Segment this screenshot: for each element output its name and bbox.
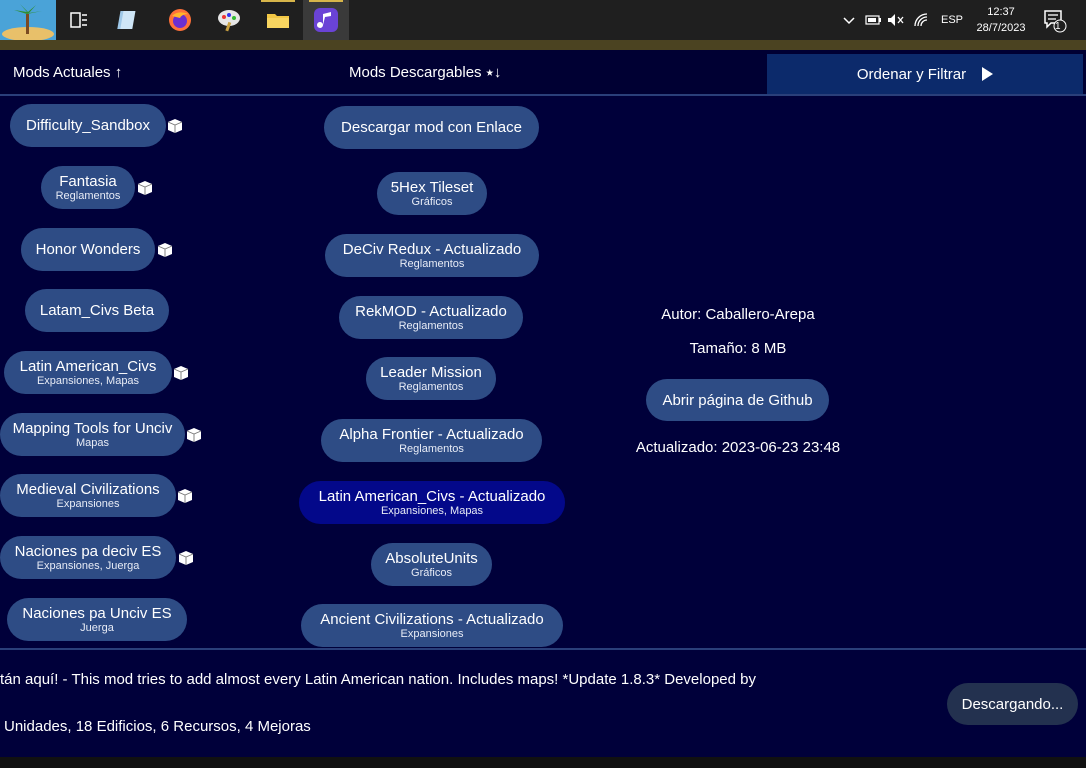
mod-author: Autor: Caballero-Arepa bbox=[661, 306, 815, 323]
current-mod-item[interactable]: Latam_Civs Beta bbox=[25, 289, 169, 332]
installed-cube-icon bbox=[173, 366, 189, 380]
mod-title: Descargar mod con Enlace bbox=[341, 119, 522, 136]
battery-icon[interactable] bbox=[865, 0, 883, 40]
mod-subtitle: Reglamentos bbox=[398, 319, 464, 332]
paint-icon[interactable] bbox=[206, 0, 252, 40]
mod-subtitle: Reglamentos bbox=[399, 257, 465, 270]
downloadable-mod-item[interactable]: RekMOD - Actualizado Reglamentos bbox=[339, 296, 523, 339]
current-mod-item[interactable]: Honor Wonders bbox=[21, 228, 155, 271]
mods-header: Mods Actuales ↑ Mods Descargables ⭑↓ Ord… bbox=[0, 50, 1086, 96]
chevron-up-icon[interactable] bbox=[841, 0, 857, 40]
language-indicator[interactable]: ESP bbox=[941, 0, 963, 40]
clock-time: 12:37 bbox=[987, 6, 1015, 18]
installed-cube-icon bbox=[167, 119, 183, 133]
mod-description-line-2: Unidades, 18 Edificios, 6 Recursos, 4 Me… bbox=[4, 718, 311, 735]
downloadable-mod-item-selected[interactable]: Latin American_Civs - Actualizado Expans… bbox=[299, 481, 565, 524]
installed-cube-icon bbox=[137, 181, 153, 195]
mod-description-line-1: tán aquí! - This mod tries to add almost… bbox=[0, 671, 756, 688]
mod-title: Difficulty_Sandbox bbox=[26, 117, 150, 134]
mod-subtitle: Gráficos bbox=[411, 195, 453, 208]
clock-date: 28/7/2023 bbox=[976, 22, 1026, 34]
mod-subtitle: Gráficos bbox=[411, 566, 452, 579]
notification-icon[interactable]: 1 bbox=[1042, 0, 1068, 40]
mod-title: DeCiv Redux - Actualizado bbox=[342, 240, 522, 258]
mod-subtitle: Expansiones, Juerga bbox=[36, 559, 140, 572]
mod-subtitle: Expansiones, Mapas bbox=[380, 504, 484, 517]
installed-cube-icon bbox=[186, 428, 202, 442]
installed-cube-icon bbox=[157, 243, 173, 257]
divider bbox=[0, 648, 1086, 650]
current-mod-item[interactable]: Mapping Tools for Unciv Mapas bbox=[0, 413, 185, 456]
download-by-link-button[interactable]: Descargar mod con Enlace bbox=[324, 106, 539, 149]
clock[interactable]: 12:37 28/7/2023 bbox=[970, 4, 1032, 36]
mod-subtitle: Expansiones bbox=[56, 497, 120, 510]
downloadable-mod-item[interactable]: Leader Mission Reglamentos bbox=[366, 357, 496, 400]
mod-title: Leader Mission bbox=[380, 363, 482, 381]
music-icon[interactable] bbox=[303, 0, 349, 40]
mod-subtitle: Reglamentos bbox=[399, 442, 464, 455]
open-github-button[interactable]: Abrir página de Github bbox=[646, 379, 829, 421]
installed-cube-icon bbox=[178, 551, 194, 565]
mod-title: Ancient Civilizations - Actualizado bbox=[320, 610, 544, 628]
downloadable-mod-item[interactable]: Alpha Frontier - Actualizado Reglamentos bbox=[321, 419, 542, 462]
bottom-edge bbox=[0, 757, 1086, 768]
mod-title: Latin American_Civs bbox=[19, 357, 157, 375]
installed-cube-icon bbox=[177, 489, 193, 503]
mod-title: Naciones pa Unciv ES bbox=[22, 604, 172, 622]
downloadable-mod-item[interactable]: AbsoluteUnits Gráficos bbox=[371, 543, 492, 586]
mod-title: Latin American_Civs - Actualizado bbox=[318, 487, 546, 505]
current-mods-sort-button[interactable]: Mods Actuales ↑ bbox=[13, 64, 122, 81]
mod-title: 5Hex Tileset bbox=[390, 178, 474, 196]
folder-icon[interactable] bbox=[255, 0, 301, 40]
mod-title: Alpha Frontier - Actualizado bbox=[339, 425, 524, 443]
island-icon[interactable] bbox=[0, 0, 56, 40]
mod-title: Mapping Tools for Unciv bbox=[12, 419, 173, 437]
mod-subtitle: Reglamentos bbox=[55, 189, 121, 202]
mod-title: Naciones pa deciv ES bbox=[14, 542, 162, 560]
mod-updated: Actualizado: 2023-06-23 23:48 bbox=[635, 439, 841, 456]
downloadable-mod-item[interactable]: 5Hex Tileset Gráficos bbox=[377, 172, 487, 215]
mod-subtitle: Mapas bbox=[75, 436, 110, 449]
downloadable-mod-item[interactable]: DeCiv Redux - Actualizado Reglamentos bbox=[325, 234, 539, 277]
mod-subtitle: Expansiones bbox=[400, 627, 464, 640]
wifi-icon[interactable] bbox=[913, 0, 931, 40]
window-top-band bbox=[0, 40, 1086, 50]
volume-muted-icon[interactable] bbox=[887, 0, 905, 40]
mod-title: AbsoluteUnits bbox=[385, 549, 478, 567]
order-filter-button[interactable]: Ordenar y Filtrar bbox=[767, 54, 1083, 94]
mod-subtitle: Expansiones, Mapas bbox=[36, 374, 140, 387]
notification-count: 1 bbox=[1055, 21, 1061, 32]
current-mod-item[interactable]: Medieval Civilizations Expansiones bbox=[0, 474, 176, 517]
mod-size: Tamaño: 8 MB bbox=[689, 340, 787, 357]
notebook-icon[interactable] bbox=[106, 0, 152, 40]
taskbar: ESP 12:37 28/7/2023 1 bbox=[0, 0, 1086, 40]
mod-title: Honor Wonders bbox=[35, 241, 141, 258]
downloadable-mods-sort-button[interactable]: Mods Descargables ⭑↓ bbox=[349, 64, 501, 81]
downloadable-mod-item[interactable]: Ancient Civilizations - Actualizado Expa… bbox=[301, 604, 563, 647]
mod-subtitle: Reglamentos bbox=[398, 380, 464, 393]
task-view-icon[interactable] bbox=[56, 0, 102, 40]
mod-subtitle: Juerga bbox=[80, 621, 114, 634]
current-mod-item[interactable]: Difficulty_Sandbox bbox=[10, 104, 166, 147]
current-mod-item[interactable]: Naciones pa deciv ES Expansiones, Juerga bbox=[0, 536, 176, 579]
mod-title: Fantasia bbox=[59, 172, 117, 190]
mod-title: Latam_Civs Beta bbox=[39, 302, 155, 319]
current-mod-item[interactable]: Naciones pa Unciv ES Juerga bbox=[7, 598, 187, 641]
mod-title: RekMOD - Actualizado bbox=[355, 302, 507, 320]
order-filter-label: Ordenar y Filtrar bbox=[856, 65, 967, 83]
downloading-status: Descargando... bbox=[947, 683, 1078, 725]
current-mod-item[interactable]: Fantasia Reglamentos bbox=[41, 166, 135, 209]
mod-title: Medieval Civilizations bbox=[16, 480, 160, 498]
play-arrow-icon bbox=[982, 67, 994, 81]
current-mod-item[interactable]: Latin American_Civs Expansiones, Mapas bbox=[4, 351, 172, 394]
firefox-icon[interactable] bbox=[157, 0, 203, 40]
